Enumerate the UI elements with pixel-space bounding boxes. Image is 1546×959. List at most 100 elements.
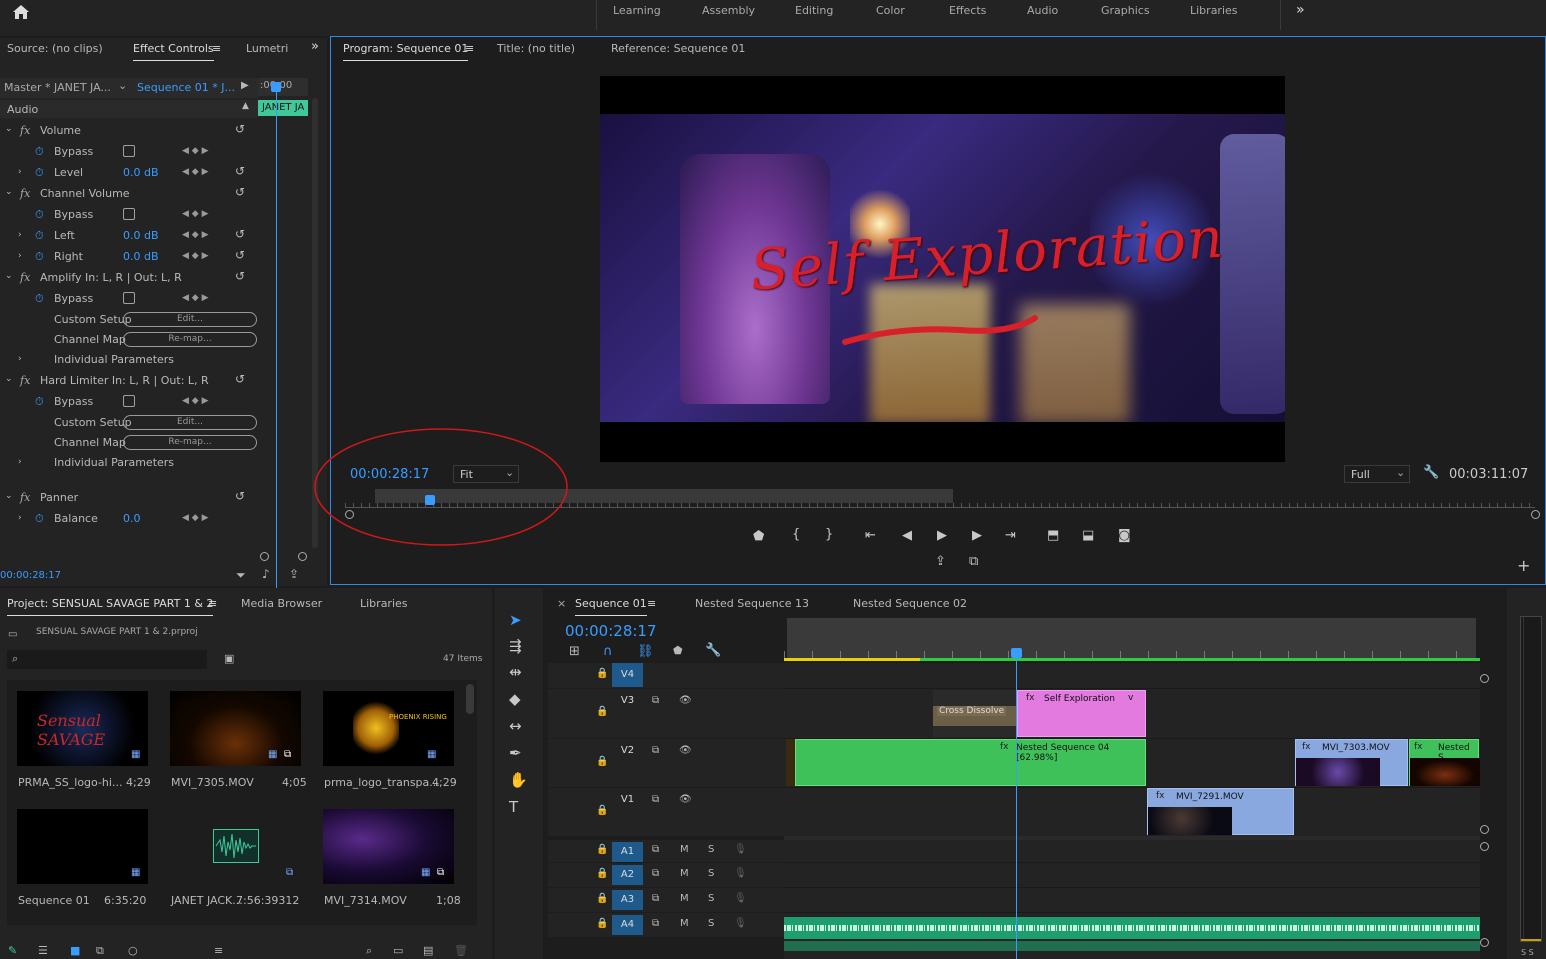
keyframe-nav-icon[interactable]: ◀ ◆ ▶ bbox=[182, 391, 209, 412]
lock-icon[interactable]: 🔒 bbox=[596, 756, 608, 767]
bypass-checkbox[interactable] bbox=[123, 395, 135, 407]
lock-icon[interactable]: 🔒 bbox=[596, 868, 608, 879]
razor-tool-icon[interactable]: ◆ bbox=[509, 690, 521, 708]
param-button[interactable]: Edit... bbox=[123, 312, 257, 327]
fx-badge-icon[interactable]: fx bbox=[20, 370, 30, 391]
sync-lock-icon[interactable]: ⧉ bbox=[652, 794, 659, 805]
chevron-down-icon[interactable]: ⌄ bbox=[5, 182, 13, 203]
add-marker-icon[interactable]: ⬟ bbox=[673, 644, 683, 657]
mark-in-icon[interactable]: { bbox=[792, 527, 800, 542]
settings-wrench-icon[interactable]: 🔧 bbox=[1423, 465, 1439, 480]
track-header-a2[interactable]: 🔒 A2 ⧉ M S 🎙 bbox=[548, 863, 784, 887]
thumb-mvi7314[interactable]: ▦ ⧉ bbox=[323, 809, 454, 884]
reset-icon[interactable]: ↺ bbox=[235, 486, 245, 507]
selection-tool-icon[interactable]: ➤ bbox=[509, 611, 522, 629]
audio-clip-a5[interactable] bbox=[784, 941, 1480, 951]
list-view-icon[interactable]: ☰ bbox=[38, 944, 48, 957]
play-icon[interactable]: ▶ bbox=[937, 528, 947, 543]
effect-header[interactable]: ⌄ fx Panner ↺ bbox=[0, 487, 258, 508]
thumb-sequence01[interactable]: ▦ bbox=[17, 809, 148, 884]
clip-nested-sequence-04[interactable]: fx Nested Sequence 04 [62.98%] bbox=[795, 739, 1146, 786]
effect-param[interactable]: › Individual Parameters bbox=[0, 452, 258, 473]
video-frame[interactable]: Self Exploration bbox=[600, 76, 1285, 462]
reset-icon[interactable]: ↺ bbox=[235, 266, 245, 287]
type-tool-icon[interactable]: T bbox=[509, 798, 518, 816]
timeline-settings-wrench-icon[interactable]: 🔧 bbox=[705, 643, 721, 658]
ec-playhead[interactable] bbox=[276, 82, 277, 592]
param-value[interactable]: 0.0 dB bbox=[123, 162, 159, 183]
stopwatch-icon[interactable]: ⏱ bbox=[35, 141, 44, 162]
quality-select[interactable]: Full ⌄ bbox=[1344, 465, 1410, 483]
tab-libraries[interactable]: Libraries bbox=[360, 597, 408, 610]
zoom-left-handle[interactable] bbox=[260, 552, 269, 561]
stopwatch-icon[interactable]: ⏱ bbox=[35, 508, 44, 529]
ripple-edit-tool-icon[interactable]: ⇹ bbox=[509, 663, 522, 681]
chevron-right-icon[interactable]: › bbox=[18, 246, 22, 267]
chevron-right-icon[interactable]: › bbox=[18, 508, 22, 529]
trash-icon[interactable]: 🗑 bbox=[454, 944, 468, 957]
sync-lock-icon[interactable]: ⧉ bbox=[652, 745, 659, 756]
freeform-view-icon[interactable]: ⧉ bbox=[96, 944, 104, 958]
effect-header[interactable]: ⌄ fx Channel Volume ↺ bbox=[0, 183, 258, 204]
stopwatch-icon[interactable]: ⏱ bbox=[35, 288, 44, 309]
fx-badge-icon[interactable]: fx bbox=[20, 183, 30, 204]
stopwatch-icon[interactable]: ⏱ bbox=[35, 162, 44, 183]
clip-cross-dissolve[interactable]: Cross Dissolve bbox=[933, 690, 1017, 737]
tab-source[interactable]: Source: (no clips) bbox=[7, 42, 103, 55]
zoom-right-handle[interactable] bbox=[298, 552, 307, 561]
lock-icon[interactable]: 🔒 bbox=[596, 893, 608, 904]
thumb-prma-logo-transparent[interactable]: PHOENIX RISING ▦ bbox=[323, 691, 454, 766]
microphone-icon[interactable]: 🎙 bbox=[734, 918, 747, 929]
close-icon[interactable]: × bbox=[557, 597, 566, 610]
effect-param[interactable]: ⏱ Bypass ◀ ◆ ▶ bbox=[0, 204, 258, 225]
zoom-slider-handle[interactable]: ○ bbox=[128, 944, 138, 957]
fx-badge-icon[interactable]: fx bbox=[20, 267, 30, 288]
lock-icon[interactable]: 🔒 bbox=[596, 805, 608, 816]
lock-icon[interactable]: 🔒 bbox=[596, 918, 608, 929]
lock-icon[interactable]: 🔒 bbox=[596, 844, 608, 855]
effect-header[interactable]: ⌄ fx Hard Limiter In: L, R | Out: L, R ↺ bbox=[0, 370, 258, 391]
keyframe-nav-icon[interactable]: ◀ ◆ ▶ bbox=[182, 225, 209, 246]
reset-icon[interactable]: ↺ bbox=[235, 369, 245, 390]
microphone-icon[interactable]: 🎙 bbox=[734, 893, 747, 904]
ec-timecode[interactable]: 00:00:28:17 bbox=[0, 570, 61, 581]
find-icon[interactable]: ⌕ bbox=[366, 944, 372, 958]
chevron-down-icon[interactable]: ⌄ bbox=[5, 119, 13, 140]
tab-nested-sequence-13[interactable]: Nested Sequence 13 bbox=[695, 597, 809, 610]
project-scrollbar[interactable] bbox=[466, 684, 474, 714]
pencil-icon[interactable]: ✎ bbox=[8, 944, 17, 957]
timeline-timecode[interactable]: 00:00:28:17 bbox=[565, 622, 657, 640]
project-menu-icon[interactable]: ≡ bbox=[208, 597, 217, 610]
bypass-checkbox[interactable] bbox=[123, 145, 135, 157]
effect-param[interactable]: ⏱ Bypass ◀ ◆ ▶ bbox=[0, 391, 258, 412]
track-header-a3[interactable]: 🔒 A3 ⧉ M S 🎙 bbox=[548, 888, 784, 912]
new-bin-icon[interactable]: ▭ bbox=[393, 944, 403, 957]
keyframe-nav-icon[interactable]: ◀ ◆ ▶ bbox=[182, 141, 209, 162]
track-target[interactable]: V4 bbox=[612, 663, 643, 687]
chevron-right-icon[interactable]: › bbox=[18, 162, 22, 183]
search-input[interactable]: ⌕ bbox=[7, 650, 207, 669]
param-button[interactable]: Re-map... bbox=[123, 435, 257, 450]
param-value[interactable]: 0.0 dB bbox=[123, 225, 159, 246]
add-marker-icon[interactable]: ⬟ bbox=[753, 529, 764, 544]
reset-icon[interactable]: ↺ bbox=[235, 224, 245, 245]
effect-param[interactable]: › ⏱ Left 0.0 dB ◀ ◆ ▶ ↺ bbox=[0, 225, 258, 246]
lift-icon[interactable]: ⬒ bbox=[1047, 528, 1059, 543]
hand-tool-icon[interactable]: ✋ bbox=[509, 771, 528, 789]
track-header-v2[interactable]: 🔒 V2 ⧉ 👁 bbox=[548, 739, 784, 787]
effect-header[interactable]: ⌄ fx Volume ↺ bbox=[0, 120, 258, 141]
play-only-audio-icon[interactable]: ▶ bbox=[241, 80, 249, 91]
solo-button[interactable]: S bbox=[708, 844, 714, 855]
solo-button[interactable]: S bbox=[708, 893, 714, 904]
comparison-view-icon[interactable]: ⧉ bbox=[969, 554, 978, 569]
track-header-a4[interactable]: 🔒 A4 ⧉ M S 🎙 bbox=[548, 913, 784, 937]
stopwatch-icon[interactable]: ⏱ bbox=[35, 204, 44, 225]
solo-button[interactable]: S bbox=[708, 868, 714, 879]
timeline-menu-icon[interactable]: ≡ bbox=[647, 597, 656, 610]
track-target[interactable]: V3 bbox=[612, 689, 643, 713]
reset-icon[interactable]: ↺ bbox=[235, 161, 245, 182]
eye-icon[interactable]: 👁 bbox=[679, 695, 692, 706]
stopwatch-icon[interactable]: ⏱ bbox=[35, 225, 44, 246]
keyframe-nav-icon[interactable]: ◀ ◆ ▶ bbox=[182, 204, 209, 225]
panel-menu-icon[interactable]: ≡ bbox=[212, 42, 221, 55]
